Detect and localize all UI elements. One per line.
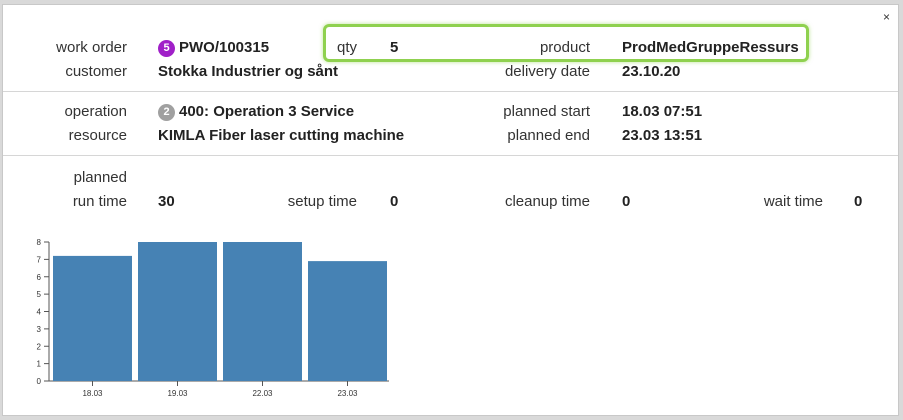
order-detail-dialog: × work order 5 PWO/100315 customer Stokka… <box>2 4 899 416</box>
bar-19-03 <box>138 242 217 381</box>
x-tick-label: 22.03 <box>252 389 273 398</box>
customer-label: customer <box>65 63 127 80</box>
run-time-label: run time <box>72 193 127 210</box>
planned-start-label: planned start <box>503 103 590 120</box>
planned-start-value: 18.03 07:51 <box>622 103 703 120</box>
product-label: product <box>539 39 590 56</box>
y-tick-label: 4 <box>37 308 42 317</box>
planned-end-value: 23.03 13:51 <box>622 127 703 144</box>
planned-times-section: planned run time 30 setup time 0 cleanup… <box>3 157 898 227</box>
operation-name: 400: Operation 3 Service <box>179 103 355 120</box>
divider <box>3 91 898 92</box>
work-order-value[interactable]: 5 PWO/100315 <box>158 39 269 57</box>
x-tick-label: 18.03 <box>82 389 103 398</box>
cleanup-time-label: cleanup time <box>504 193 590 210</box>
work-order-number: PWO/100315 <box>179 39 270 56</box>
wait-time-value: 0 <box>854 193 863 210</box>
bar-18-03 <box>53 255 132 381</box>
y-tick-label: 1 <box>37 360 42 369</box>
delivery-date-value: 23.10.20 <box>622 63 681 80</box>
y-tick-label: 2 <box>37 342 42 351</box>
wait-time-label: wait time <box>763 193 823 210</box>
x-tick-label: 19.03 <box>167 389 188 398</box>
planned-label: planned <box>73 169 127 186</box>
operation-value: 2 400: Operation 3 Service <box>158 103 354 121</box>
qty-label: qty <box>337 39 358 56</box>
delivery-date-label: delivery date <box>504 63 590 80</box>
operation-count-badge: 2 <box>158 104 175 121</box>
y-tick-label: 5 <box>37 290 42 299</box>
setup-time-label: setup time <box>287 193 357 210</box>
y-tick-label: 6 <box>37 273 42 282</box>
setup-time-value: 0 <box>390 193 399 210</box>
divider <box>3 155 898 156</box>
bar-23-03 <box>308 261 387 381</box>
resource-value: KIMLA Fiber laser cutting machine <box>158 127 405 144</box>
bar-22-03 <box>223 242 302 381</box>
operation-section: operation 2 400: Operation 3 Service reso… <box>3 93 898 155</box>
product-value: ProdMedGruppeRessurs <box>622 39 799 56</box>
operation-label: operation <box>64 103 127 120</box>
planned-end-label: planned end <box>507 127 590 144</box>
run-time-value: 30 <box>158 193 175 210</box>
work-order-label: work order <box>56 39 127 56</box>
y-tick-label: 3 <box>37 325 42 334</box>
y-tick-label: 8 <box>37 238 42 247</box>
resource-label: resource <box>68 127 127 144</box>
x-tick-label: 23.03 <box>337 389 358 398</box>
cleanup-time-value: 0 <box>622 193 631 210</box>
planned-load-chart: 0 1 2 3 4 5 6 7 8 18.03 19.03 22.03 23.03 <box>37 238 389 398</box>
order-section: work order 5 PWO/100315 customer Stokka I… <box>3 5 898 93</box>
y-tick-label: 7 <box>37 255 42 264</box>
qty-value: 5 <box>390 39 399 56</box>
y-tick-label: 0 <box>37 377 42 386</box>
work-order-count-badge: 5 <box>158 40 175 57</box>
customer-value: Stokka Industrier og sånt <box>158 63 339 80</box>
